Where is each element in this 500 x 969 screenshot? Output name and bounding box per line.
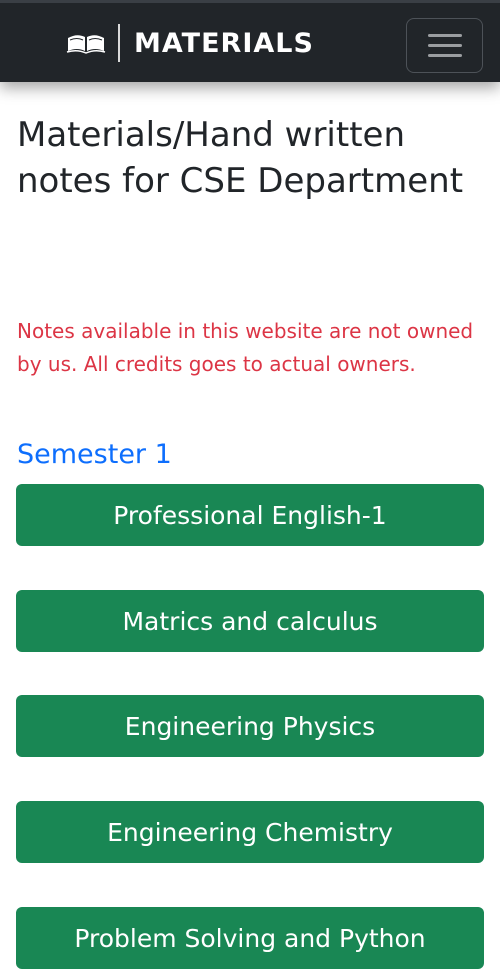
subject-button-professional-english[interactable]: Professional English-1	[16, 484, 484, 546]
navbar-toggler-button[interactable]	[406, 18, 483, 73]
subject-button-engineering-physics[interactable]: Engineering Physics	[16, 695, 484, 757]
navbar: MATERIALS	[0, 0, 500, 82]
semester-heading: Semester 1	[17, 439, 172, 470]
subject-button-problem-solving-python[interactable]: Problem Solving and Python	[16, 907, 484, 969]
open-book-icon	[66, 35, 106, 54]
hamburger-menu-icon	[427, 54, 462, 57]
page-title: Materials/Hand written notes for CSE Dep…	[17, 115, 464, 201]
subject-button-matrics-and-calculus[interactable]: Matrics and calculus	[16, 590, 484, 652]
hamburger-menu-icon	[427, 34, 462, 37]
disclaimer-text: Notes available in this website are not …	[17, 319, 474, 376]
brand-link[interactable]: MATERIALS	[66, 22, 314, 64]
brand-name: MATERIALS	[134, 27, 314, 59]
hamburger-menu-icon	[427, 44, 462, 47]
subject-button-engineering-chemistry[interactable]: Engineering Chemistry	[16, 801, 484, 863]
brand-divider	[118, 24, 120, 62]
